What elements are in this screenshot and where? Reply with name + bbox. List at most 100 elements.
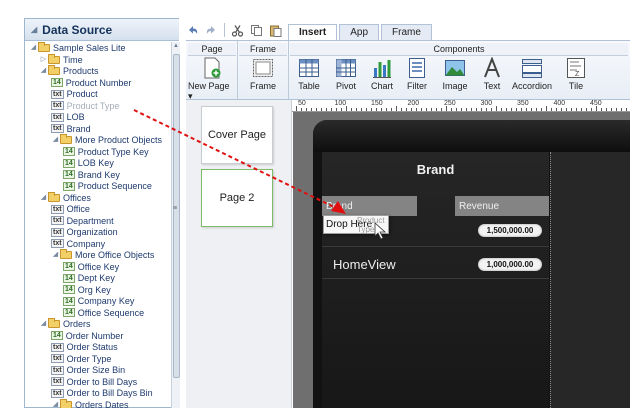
- tree-item[interactable]: txt Product Type: [51, 101, 119, 111]
- tree-item[interactable]: txt Brand: [51, 124, 91, 134]
- copy-icon[interactable]: [250, 24, 263, 37]
- tree-folder[interactable]: ◢ Sample Sales Lite: [29, 42, 126, 53]
- tree-item[interactable]: txt LOB: [51, 112, 85, 122]
- expanded-twisty-icon[interactable]: ◢: [51, 250, 60, 260]
- scroll-up-icon[interactable]: ▲: [173, 43, 179, 49]
- panel-splitter-grip[interactable]: ≡: [173, 205, 177, 212]
- redo-icon[interactable]: [205, 24, 218, 37]
- tree-item[interactable]: 14 Company Key: [63, 296, 134, 306]
- tree-item[interactable]: txt Order Type: [51, 354, 111, 364]
- tab-insert[interactable]: Insert: [288, 24, 338, 40]
- column-header-brand[interactable]: Brand: [322, 196, 417, 216]
- tab-app[interactable]: App: [339, 24, 380, 40]
- cut-icon[interactable]: [231, 24, 244, 37]
- filter-button[interactable]: Filter: [402, 57, 432, 91]
- frame-button[interactable]: Frame: [241, 57, 285, 91]
- expanded-twisty-icon[interactable]: ◢: [51, 400, 60, 408]
- tree-item[interactable]: txt Order to Bill Days Bin: [51, 388, 153, 398]
- numeric-column-icon: 14: [63, 181, 75, 191]
- expanded-twisty-icon[interactable]: ◢: [39, 193, 48, 203]
- collapse-panel-icon[interactable]: ◢: [31, 25, 37, 34]
- folder-icon: [48, 318, 60, 328]
- ruler-tick: [441, 108, 442, 111]
- brand-table-frame[interactable]: Brand Brand Revenue 1,500,000.00 HomeVie…: [322, 152, 549, 408]
- tree-item[interactable]: txt Order to Bill Days: [51, 377, 137, 387]
- column-header-revenue[interactable]: Revenue: [455, 196, 549, 216]
- chart-button[interactable]: Chart: [367, 57, 397, 91]
- expanded-twisty-icon[interactable]: ◢: [51, 135, 60, 145]
- tree-folder[interactable]: ◢ Offices: [39, 191, 91, 203]
- text-column-icon: txt: [51, 227, 64, 237]
- frame-label: Frame: [249, 81, 276, 91]
- tree-item[interactable]: 14 Product Type Key: [63, 147, 149, 157]
- tree-item-label: Order Size Bin: [66, 365, 126, 375]
- tree-folder[interactable]: ◢ Orders Dates: [51, 398, 129, 408]
- ruler-tick: [601, 108, 602, 111]
- design-canvas: Brand Brand Revenue 1,500,000.00 HomeVie…: [293, 112, 630, 408]
- ruler-tick: [421, 108, 422, 111]
- tree-item[interactable]: 14 Dept Key: [63, 273, 115, 283]
- tree-item[interactable]: 14 Product Number: [51, 78, 131, 88]
- tree-item-label: LOB Key: [77, 158, 114, 168]
- collapsed-twisty-icon[interactable]: ▷: [39, 55, 48, 65]
- tree-item[interactable]: 14 Order Number: [51, 331, 123, 341]
- drag-ghost-label: Product Type: [357, 216, 385, 234]
- tree-item-label: Dept Key: [77, 273, 115, 283]
- tree-item[interactable]: txt Organization: [51, 227, 118, 237]
- tree-item[interactable]: txt Order Size Bin: [51, 365, 125, 375]
- ruler-tick: [591, 108, 592, 111]
- tree-item[interactable]: txt Company: [51, 239, 105, 249]
- data-source-header[interactable]: ◢ Data Source: [25, 19, 179, 41]
- tree-item-label: Time: [63, 54, 83, 65]
- tree-item[interactable]: 14 Office Key: [63, 262, 119, 272]
- paste-icon[interactable]: [269, 24, 282, 37]
- expanded-twisty-icon[interactable]: ◢: [39, 66, 48, 76]
- empty-frame-area[interactable]: [550, 152, 630, 408]
- page-thumb-page-2[interactable]: Page 2: [201, 169, 273, 227]
- tree-item[interactable]: 14 Brand Key: [63, 170, 120, 180]
- image-button[interactable]: Image: [438, 57, 472, 91]
- tile-label: Tile: [568, 81, 584, 91]
- tree-item[interactable]: txt Product: [51, 89, 98, 99]
- tree-item[interactable]: 14 Office Sequence: [63, 308, 144, 318]
- tree-folder[interactable]: ◢ Orders: [39, 318, 91, 329]
- tree-item[interactable]: txt Office: [51, 204, 90, 214]
- tree-item[interactable]: txt Department: [51, 216, 114, 226]
- ruler-tick: [401, 108, 402, 111]
- ruler-tick: [301, 108, 302, 111]
- accordion-button[interactable]: Accordion: [510, 57, 554, 91]
- page-thumb-cover[interactable]: Cover Page: [201, 106, 273, 164]
- new-page-button[interactable]: New Page ▾: [188, 57, 236, 102]
- ruler-tick: [616, 108, 617, 111]
- text-icon: [484, 57, 500, 78]
- tree-folder[interactable]: ◢ Products: [39, 65, 99, 76]
- tree-item[interactable]: txt Order Status: [51, 342, 118, 352]
- tree-item[interactable]: 14 LOB Key: [63, 158, 114, 168]
- tree-item-label: Brand: [66, 123, 91, 134]
- ruler-tick: [466, 108, 467, 111]
- folder-icon: [48, 65, 60, 75]
- tab-frame[interactable]: Frame: [381, 24, 432, 40]
- tree-folder[interactable]: ▷ Time: [39, 53, 83, 65]
- tree-folder[interactable]: ◢ More Product Objects: [51, 134, 162, 145]
- ruler-tick: [391, 108, 392, 111]
- undo-icon[interactable]: [186, 24, 199, 37]
- tree-item-label: Company Key: [77, 296, 135, 306]
- tile-button[interactable]: Z Tile: [559, 57, 593, 91]
- table-button[interactable]: Table: [294, 57, 324, 91]
- numeric-column-icon: 14: [63, 296, 75, 306]
- expanded-twisty-icon[interactable]: ◢: [29, 43, 38, 53]
- text-column-icon: txt: [51, 354, 64, 363]
- text-button[interactable]: Text: [477, 57, 507, 91]
- tree-scrollbar[interactable]: ▲: [171, 42, 180, 408]
- scrollbar-thumb[interactable]: [173, 54, 180, 378]
- ruler-number: 100: [334, 100, 347, 107]
- expanded-twisty-icon[interactable]: ◢: [39, 319, 48, 329]
- image-label: Image: [442, 81, 468, 91]
- tree-item-label: LOB: [66, 112, 85, 122]
- tree-item[interactable]: 14 Org Key: [63, 285, 111, 295]
- tree-folder[interactable]: ◢ More Office Objects: [51, 249, 154, 260]
- tree-item[interactable]: 14 Product Sequence: [63, 181, 152, 191]
- pivot-button[interactable]: Pivot: [330, 57, 362, 91]
- tree-item-label: Order Number: [65, 330, 124, 341]
